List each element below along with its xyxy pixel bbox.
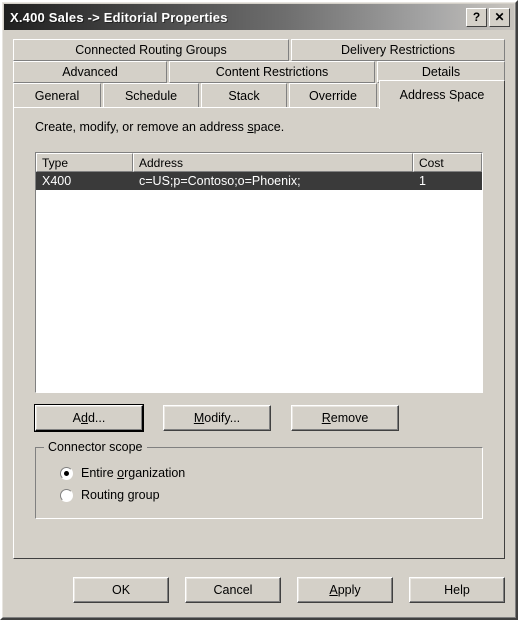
cancel-button[interactable]: Cancel	[185, 577, 281, 603]
instruction-text: Create, modify, or remove an address spa…	[35, 120, 284, 134]
routing-group-label-part-1: Routing	[81, 488, 128, 502]
entire-org-label-part-2: rganization	[124, 466, 186, 480]
routing-group-label-part-2: roup	[134, 488, 160, 502]
radio-button-icon-routing-group[interactable]	[60, 488, 73, 502]
properties-dialog: X.400 Sales -> Editorial Properties ? ✕ …	[0, 0, 518, 620]
cancel-label-part-1: Cancel	[213, 583, 253, 597]
column-header-address[interactable]: Address	[133, 153, 413, 172]
tab-page-address-space: Create, modify, or remove an address spa…	[13, 107, 505, 559]
radio-label-entire-organization: Entire organization	[81, 466, 185, 480]
add-label-mnemonic: d	[81, 411, 88, 425]
cell-cost: 1	[419, 174, 426, 188]
add-button[interactable]: Ad d...	[34, 404, 144, 432]
column-header-type[interactable]: Type	[36, 153, 133, 172]
cell-address: c=US;p=Contoso;o=Phoenix;	[139, 174, 301, 188]
tab-general[interactable]: General	[13, 83, 101, 109]
help-button[interactable]: Help	[409, 577, 505, 603]
ok-button[interactable]: OK	[73, 577, 169, 603]
tab-row-1: Connected Routing Groups Delivery Restri…	[13, 39, 505, 61]
table-row[interactable]: X400 c=US;p=Contoso;o=Phoenix; 1	[36, 172, 482, 190]
listview-header: Type Address Cost	[36, 153, 482, 172]
modify-button[interactable]: Modify...	[163, 405, 271, 431]
listview-action-buttons: Ad d... Modify... Remove	[34, 404, 399, 432]
tab-stack[interactable]: Stack	[201, 83, 287, 109]
dialog-footer-buttons: OK Cancel Apply Help	[13, 573, 505, 607]
apply-button[interactable]: Apply	[297, 577, 393, 603]
entire-org-label-part-1: Entire	[81, 466, 118, 480]
radio-button-icon-entire-organization[interactable]	[60, 466, 73, 480]
remove-button[interactable]: Remove	[291, 405, 399, 431]
dialog-inner-frame: X.400 Sales -> Editorial Properties ? ✕ …	[2, 2, 516, 618]
connector-scope-groupbox: Connector scope Entire organization Rout…	[35, 440, 483, 519]
tab-connected-routing-groups[interactable]: Connected Routing Groups	[13, 39, 289, 61]
radio-routing-group[interactable]: Routing group	[60, 488, 160, 502]
tab-address-space[interactable]: Address Space	[379, 80, 505, 109]
address-space-listview[interactable]: Type Address Cost X400 c=US;p=Contoso;o=…	[35, 152, 483, 393]
cell-type: X400	[42, 174, 72, 188]
add-label-part-2: d...	[87, 411, 106, 425]
tab-row-3: General Schedule Stack Override Address …	[13, 80, 505, 109]
connector-scope-legend: Connector scope	[44, 440, 147, 454]
routing-group-label-mnemonic: g	[127, 488, 135, 502]
add-label-part-1: A	[72, 411, 81, 425]
title-bar-buttons: ? ✕	[466, 7, 514, 27]
tab-schedule[interactable]: Schedule	[103, 83, 199, 109]
modify-label-mnemonic: M	[193, 411, 205, 425]
apply-label-mnemonic: A	[329, 583, 338, 597]
tab-delivery-restrictions[interactable]: Delivery Restrictions	[291, 39, 505, 61]
tab-override[interactable]: Override	[289, 83, 377, 109]
radio-label-routing-group: Routing group	[81, 488, 160, 502]
close-icon-button[interactable]: ✕	[489, 7, 510, 27]
remove-label-part-2: emove	[330, 411, 369, 425]
help-label-part-1: Help	[444, 583, 470, 597]
modify-label-part-2: odify...	[204, 411, 241, 425]
radio-entire-organization[interactable]: Entire organization	[60, 466, 185, 480]
ok-label-part-1: OK	[111, 583, 131, 597]
instruction-part-2: pace.	[253, 120, 285, 134]
instruction-part-1: Create, modify, or remove an address	[35, 120, 248, 134]
remove-label-mnemonic: R	[321, 411, 331, 425]
apply-label-part-2: pply	[337, 583, 361, 597]
tab-advanced[interactable]: Advanced	[13, 61, 167, 83]
window-title: X.400 Sales -> Editorial Properties	[10, 9, 228, 25]
tab-strip: Connected Routing Groups Delivery Restri…	[13, 35, 505, 109]
help-icon-button[interactable]: ?	[466, 7, 487, 27]
tab-content-restrictions[interactable]: Content Restrictions	[169, 61, 375, 83]
column-header-cost[interactable]: Cost	[413, 153, 482, 172]
title-bar[interactable]: X.400 Sales -> Editorial Properties ? ✕	[4, 4, 514, 30]
